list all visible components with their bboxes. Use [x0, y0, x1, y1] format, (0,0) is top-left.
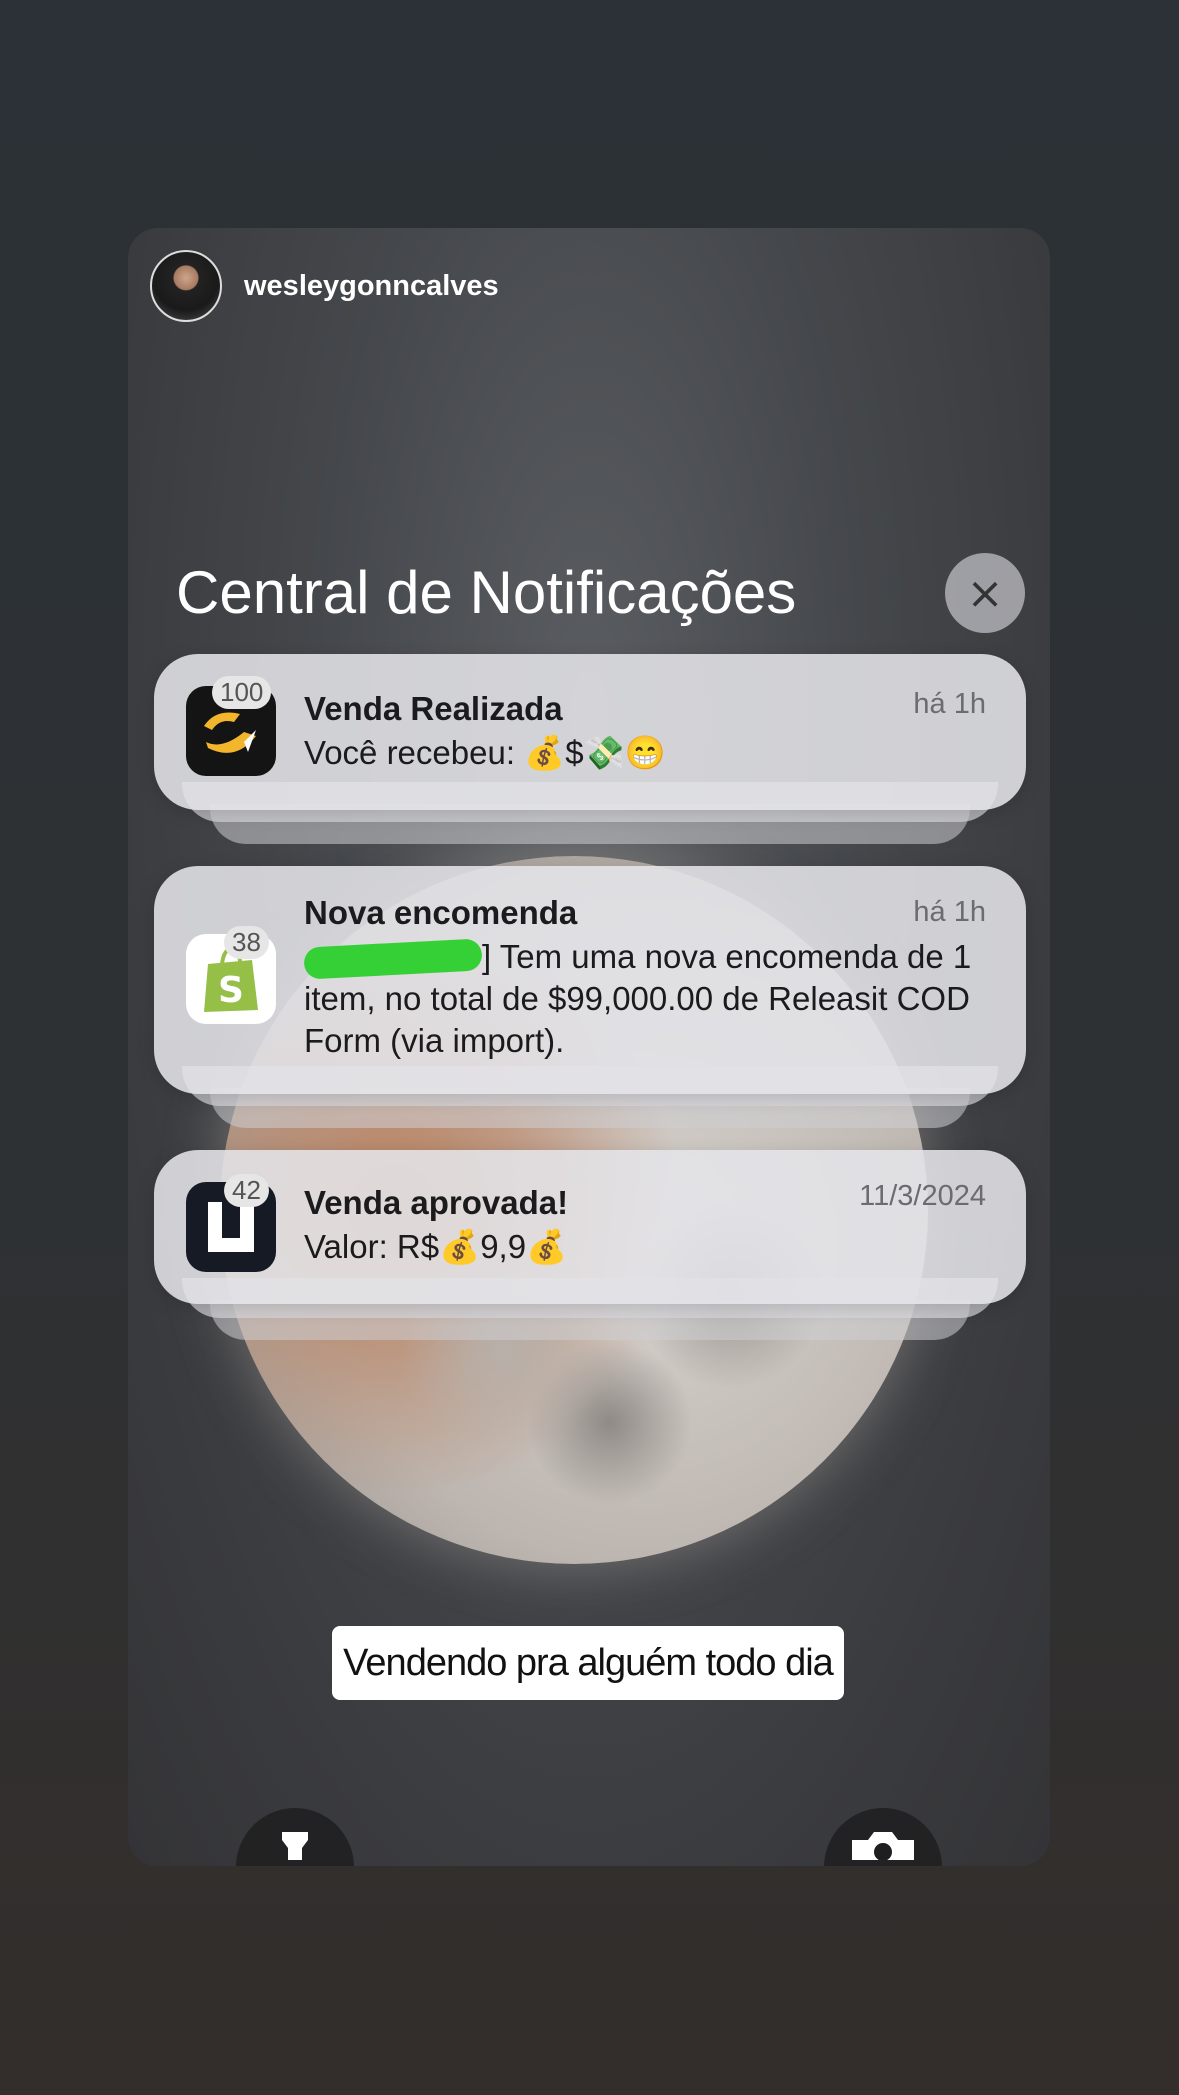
notification-count-badge: 38 — [224, 926, 269, 959]
notification-time: há 1h — [913, 896, 986, 928]
notification-stack-sales[interactable]: 100 Venda Realizada há 1h Você recebeu: … — [154, 654, 1026, 846]
redaction-mark — [303, 938, 483, 980]
notification-title: Nova encomenda — [304, 894, 578, 931]
notification-count-badge: 42 — [224, 1174, 269, 1207]
flashlight-button[interactable] — [236, 1808, 354, 1866]
notification-stack-shopify[interactable]: S 38 Nova encomenda há 1h ] Tem uma nova… — [154, 866, 1026, 1128]
notification-card[interactable]: S 38 Nova encomenda há 1h ] Tem uma nova… — [154, 866, 1026, 1094]
story-caption: Vendendo pra alguém todo dia — [332, 1626, 844, 1700]
notification-card[interactable]: 100 Venda Realizada há 1h Você recebeu: … — [154, 654, 1026, 810]
story-header: wesleygonncalves — [150, 250, 499, 322]
notification-body: Você recebeu: 💰$💸😁 — [304, 734, 666, 771]
svg-text:S: S — [218, 970, 244, 1011]
notification-card[interactable]: 42 Venda aprovada! 11/3/2024 Valor: R$💰9… — [154, 1150, 1026, 1304]
notification-stack-payment[interactable]: 42 Venda aprovada! 11/3/2024 Valor: R$💰9… — [154, 1150, 1026, 1340]
notification-center-title: Central de Notificações — [176, 559, 797, 626]
notification-body: Valor: R$💰9,9💰 — [304, 1228, 568, 1265]
close-icon: × — [966, 567, 1004, 619]
notification-title: Venda Realizada — [304, 690, 563, 727]
username[interactable]: wesleygonncalves — [244, 270, 499, 303]
notification-title: Venda aprovada! — [304, 1184, 569, 1221]
notification-time: há 1h — [913, 688, 986, 720]
notification-time: 11/3/2024 — [859, 1180, 986, 1212]
close-button[interactable]: × — [945, 553, 1025, 633]
camera-icon — [852, 1832, 914, 1860]
camera-button[interactable] — [824, 1808, 942, 1866]
flashlight-icon — [282, 1832, 308, 1860]
notification-body: ] Tem uma nova encomenda de 1 item, no t… — [303, 936, 986, 1062]
story-frame: wesleygonncalves Central de Notificações… — [128, 228, 1050, 1866]
notification-count-badge: 100 — [212, 676, 272, 709]
avatar[interactable] — [150, 250, 222, 322]
